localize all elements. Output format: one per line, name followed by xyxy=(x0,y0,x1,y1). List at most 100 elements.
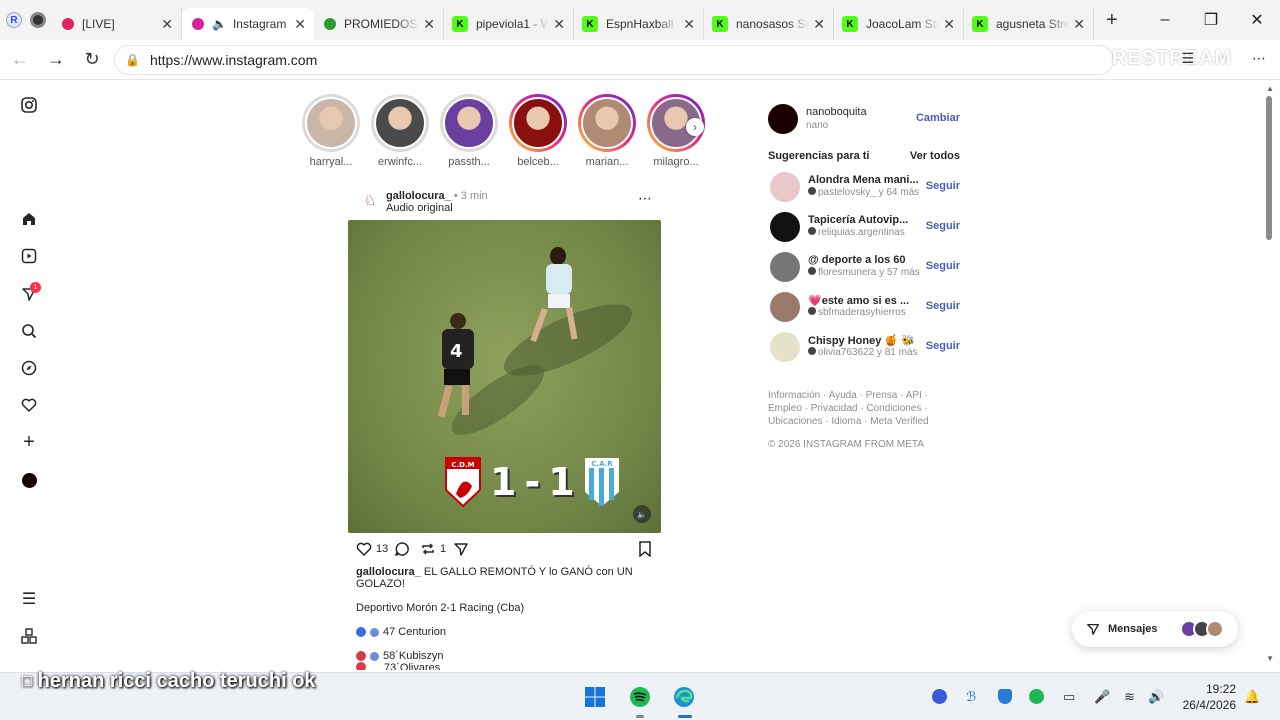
comment-button[interactable] xyxy=(394,541,410,557)
apps-icon[interactable] xyxy=(20,627,38,645)
tab-close-icon[interactable]: ✕ xyxy=(1073,16,1085,33)
story-item[interactable]: erwinfc... xyxy=(371,94,429,168)
usb-icon[interactable]: ▭ xyxy=(1063,689,1075,705)
system-clock[interactable]: 19:22 26/4/2026 xyxy=(1183,681,1236,713)
defender-icon[interactable] xyxy=(998,689,1012,707)
share-button[interactable] xyxy=(453,541,469,557)
tab-close-icon[interactable]: ✕ xyxy=(943,16,955,33)
record-icon[interactable] xyxy=(30,12,46,28)
story-item[interactable]: passth... xyxy=(440,94,498,168)
post-options-icon[interactable]: ⋯ xyxy=(638,190,652,207)
browser-tab[interactable]: Kpipeviola1 - W ✕ xyxy=(444,8,574,40)
browser-tab[interactable]: [LIVE] ✕ xyxy=(52,8,182,40)
spotify-taskbar-icon[interactable] xyxy=(628,685,652,709)
home-icon[interactable] xyxy=(20,210,38,228)
wifi-icon[interactable]: ≋ xyxy=(1124,689,1135,705)
browser-tab[interactable]: K JoacoLam Stre ✕ xyxy=(834,8,964,40)
reels-icon[interactable] xyxy=(20,247,38,265)
close-window-button[interactable]: ✕ xyxy=(1234,0,1280,40)
footer-links[interactable]: Información · Ayuda · Prensa · API · Emp… xyxy=(768,389,964,428)
post-audio-label[interactable]: Audio original xyxy=(386,202,453,214)
suggestion-avatar[interactable] xyxy=(770,172,800,202)
new-tab-button[interactable]: + xyxy=(1106,9,1118,32)
page-scrollbar[interactable] xyxy=(1266,96,1272,240)
post-username[interactable]: gallolocura_ • 3 min xyxy=(386,190,488,202)
menu-icon[interactable]: ☰ xyxy=(20,590,38,608)
url-field[interactable]: 🔒 https://www.instagram.com xyxy=(114,45,1114,75)
tab-close-icon[interactable]: ✕ xyxy=(553,16,565,33)
follow-button[interactable]: Seguir xyxy=(926,260,960,272)
tab-title: JoacoLam Stre xyxy=(866,17,940,31)
follow-button[interactable]: Seguir xyxy=(926,220,960,232)
scroll-up-arrow[interactable]: ▲ xyxy=(1266,84,1274,93)
save-button[interactable] xyxy=(638,541,652,557)
spotify-tray-icon[interactable] xyxy=(1029,689,1044,707)
instagram-logo-icon[interactable] xyxy=(20,96,38,114)
browser-tab-bar: R [LIVE] ✕ 🔈 Instagram ✕ PROMIEDOS - ✕ Kpipevi… xyxy=(0,0,1280,40)
speaker-icon[interactable]: 🔈 xyxy=(212,17,227,31)
mute-icon[interactable]: 🔈 xyxy=(633,505,651,523)
restore-button[interactable]: ❐ xyxy=(1188,0,1234,40)
tab-close-icon[interactable]: ✕ xyxy=(683,16,695,33)
refresh-button[interactable]: ↻ xyxy=(74,49,110,70)
story-item[interactable]: harryal... xyxy=(302,94,360,168)
follow-button[interactable]: Seguir xyxy=(926,180,960,192)
tab-close-icon[interactable]: ✕ xyxy=(813,16,825,33)
story-item[interactable]: belceb... xyxy=(509,94,567,168)
suggestion-avatar[interactable] xyxy=(770,252,800,282)
browser-tab[interactable]: K EspnHaxball - ✕ xyxy=(574,8,704,40)
caption-username[interactable]: gallolocura_ xyxy=(356,566,421,578)
messages-button[interactable]: Mensajes xyxy=(1072,611,1238,647)
tab-title: nanosasos Str xyxy=(736,17,810,31)
post-video[interactable]: 4 C.D.M 1-1 C.A.R 🔈 xyxy=(348,220,661,533)
notifications-bell-icon[interactable]: 🔔 xyxy=(1244,689,1260,705)
suggestion-name[interactable]: Tapicería Autovip... xyxy=(808,214,918,226)
tray-app-icon[interactable] xyxy=(932,689,947,707)
more-icon[interactable]: ⋯ xyxy=(1252,50,1266,67)
suggestion-avatar[interactable] xyxy=(770,212,800,242)
create-icon[interactable]: + xyxy=(20,431,38,453)
suggestion-name[interactable]: Alondra Mena mani... xyxy=(808,174,918,186)
restream-icon[interactable]: R xyxy=(6,12,22,28)
follow-button[interactable]: Seguir xyxy=(926,340,960,352)
tab-close-icon[interactable]: ✕ xyxy=(294,16,306,33)
suggestion-followed-by: sbfmaderasyhierros xyxy=(808,307,920,318)
suggestion-avatar[interactable] xyxy=(770,332,800,362)
browser-tab[interactable]: 🔈 Instagram ✕ xyxy=(182,8,314,40)
send-icon xyxy=(1087,623,1099,635)
post-author-avatar[interactable]: ♘ xyxy=(358,188,382,212)
tab-close-icon[interactable]: ✕ xyxy=(161,16,173,33)
browser-tab[interactable]: PROMIEDOS - ✕ xyxy=(314,8,444,40)
suggestion-name[interactable]: @ deporte a los 60 xyxy=(808,254,918,266)
explore-icon[interactable] xyxy=(20,359,38,377)
profile-avatar[interactable] xyxy=(20,471,38,489)
browser-tab[interactable]: Knanosasos Str ✕ xyxy=(704,8,834,40)
stories-next-button[interactable]: › xyxy=(686,118,704,136)
suggestion-name[interactable]: Chispy Honey 🍯 🐝 xyxy=(808,334,918,347)
tab-close-icon[interactable]: ✕ xyxy=(423,16,435,33)
minimize-button[interactable]: – xyxy=(1142,0,1188,40)
story-username: erwinfc... xyxy=(377,156,422,168)
suggestion-avatar[interactable] xyxy=(770,292,800,322)
repost-button[interactable]: 1 xyxy=(420,541,446,557)
search-icon[interactable] xyxy=(20,322,38,340)
story-item[interactable]: marian... xyxy=(578,94,636,168)
see-all-link[interactable]: Ver todos xyxy=(910,150,960,162)
forward-button[interactable]: → xyxy=(38,49,74,70)
back-button[interactable]: ← xyxy=(2,49,38,70)
microphone-icon[interactable]: 🎤 xyxy=(1094,689,1110,705)
follow-button[interactable]: Seguir xyxy=(926,300,960,312)
switch-account-button[interactable]: Cambiar xyxy=(916,112,960,124)
suggestion-name[interactable]: 💗este amo si es ... xyxy=(808,294,918,307)
scroll-down-arrow[interactable]: ▼ xyxy=(1266,654,1274,663)
edge-taskbar-icon[interactable] xyxy=(672,685,696,709)
start-button[interactable] xyxy=(583,685,607,709)
heart-icon[interactable] xyxy=(20,396,38,414)
current-user-avatar[interactable] xyxy=(768,104,798,134)
like-button[interactable]: 13 xyxy=(356,541,388,557)
bluetooth-icon[interactable]: ℬ xyxy=(966,689,976,705)
browser-tab[interactable]: Kagusneta Stre ✕ xyxy=(964,8,1094,40)
current-username[interactable]: nanoboquita xyxy=(806,106,867,118)
volume-icon[interactable]: 🔊 xyxy=(1148,689,1164,705)
extensions-icon[interactable]: ☰ xyxy=(1181,50,1194,67)
